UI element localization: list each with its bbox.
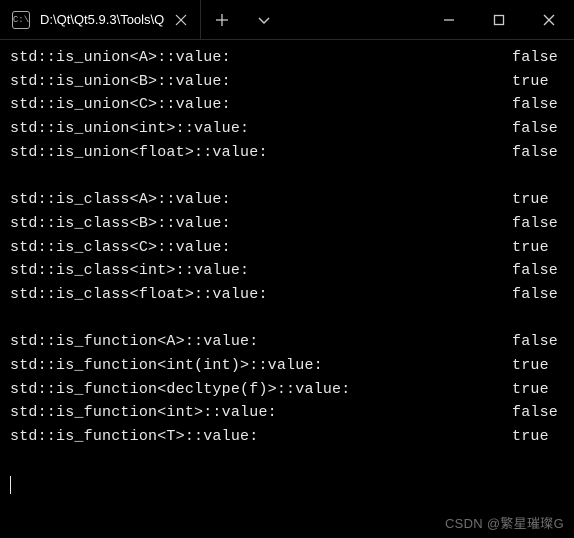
output-row: std::is_union<A>::value: false [10,46,564,70]
output-value: true [512,70,564,94]
terminal-tab[interactable]: C:\ D:\Qt\Qt5.9.3\Tools\Q [0,0,201,39]
output-value: true [512,236,564,260]
output-value: false [512,141,564,165]
cursor [10,476,11,494]
output-row: std::is_union<float>::value: false [10,141,564,165]
output-label: std::is_union<A>::value: [10,46,231,70]
output-value: true [512,188,564,212]
output-label: std::is_union<float>::value: [10,141,268,165]
tab-title: D:\Qt\Qt5.9.3\Tools\Q [40,12,164,27]
output-label: std::is_function<int>::value: [10,401,277,425]
output-row: std::is_function<A>::value: false [10,330,564,354]
prompt-row [10,472,564,494]
output-label: std::is_function<decltype(f)>::value: [10,378,350,402]
output-label: std::is_function<int(int)>::value: [10,354,323,378]
minimize-icon [443,14,455,26]
output-label: std::is_union<B>::value: [10,70,231,94]
output-value: true [512,425,564,449]
output-value: false [512,401,564,425]
minimize-button[interactable] [424,0,474,39]
blank-line [10,449,564,473]
blank-line [10,307,564,331]
close-icon [175,14,187,26]
new-tab-button[interactable] [201,0,243,39]
watermark: CSDN @繁星璀璨G [445,513,564,532]
terminal-icon: C:\ [12,11,30,29]
output-label: std::is_function<A>::value: [10,330,258,354]
blank-line [10,164,564,188]
terminal-output[interactable]: std::is_union<A>::value:false std::is_un… [0,40,574,500]
output-row: std::is_class<float>::value: false [10,283,564,307]
titlebar: C:\ D:\Qt\Qt5.9.3\Tools\Q [0,0,574,40]
output-label: std::is_class<C>::value: [10,236,231,260]
output-label: std::is_class<B>::value: [10,212,231,236]
output-value: false [512,46,564,70]
output-value: true [512,378,564,402]
output-row: std::is_union<B>::value: true [10,70,564,94]
output-value: false [512,93,564,117]
output-row: std::is_class<A>::value: true [10,188,564,212]
output-row: std::is_class<int>::value: false [10,259,564,283]
close-icon [543,14,555,26]
window-controls [424,0,574,39]
output-label: std::is_union<C>::value: [10,93,231,117]
output-row: std::is_function<int(int)>::value: true [10,354,564,378]
output-value: true [512,354,564,378]
output-row: std::is_union<int>::value: false [10,117,564,141]
output-label: std::is_class<A>::value: [10,188,231,212]
output-label: std::is_class<int>::value: [10,259,249,283]
output-row: std::is_function<T>::value: true [10,425,564,449]
output-value: false [512,117,564,141]
output-label: std::is_function<T>::value: [10,425,258,449]
tab-dropdown-button[interactable] [243,0,285,39]
output-value: false [512,212,564,236]
chevron-down-icon [257,13,271,27]
output-row: std::is_union<C>::value: false [10,93,564,117]
maximize-icon [493,14,505,26]
output-row: std::is_class<B>::value: false [10,212,564,236]
maximize-button[interactable] [474,0,524,39]
output-value: false [512,330,564,354]
output-value: false [512,283,564,307]
output-row: std::is_function<int>::value: false [10,401,564,425]
close-button[interactable] [524,0,574,39]
output-row: std::is_function<decltype(f)>::value: tru… [10,378,564,402]
output-label: std::is_class<float>::value: [10,283,268,307]
tab-close-button[interactable] [174,13,188,27]
output-row: std::is_class<C>::value: true [10,236,564,260]
plus-icon [215,13,229,27]
output-value: false [512,259,564,283]
output-label: std::is_union<int>::value: [10,117,249,141]
